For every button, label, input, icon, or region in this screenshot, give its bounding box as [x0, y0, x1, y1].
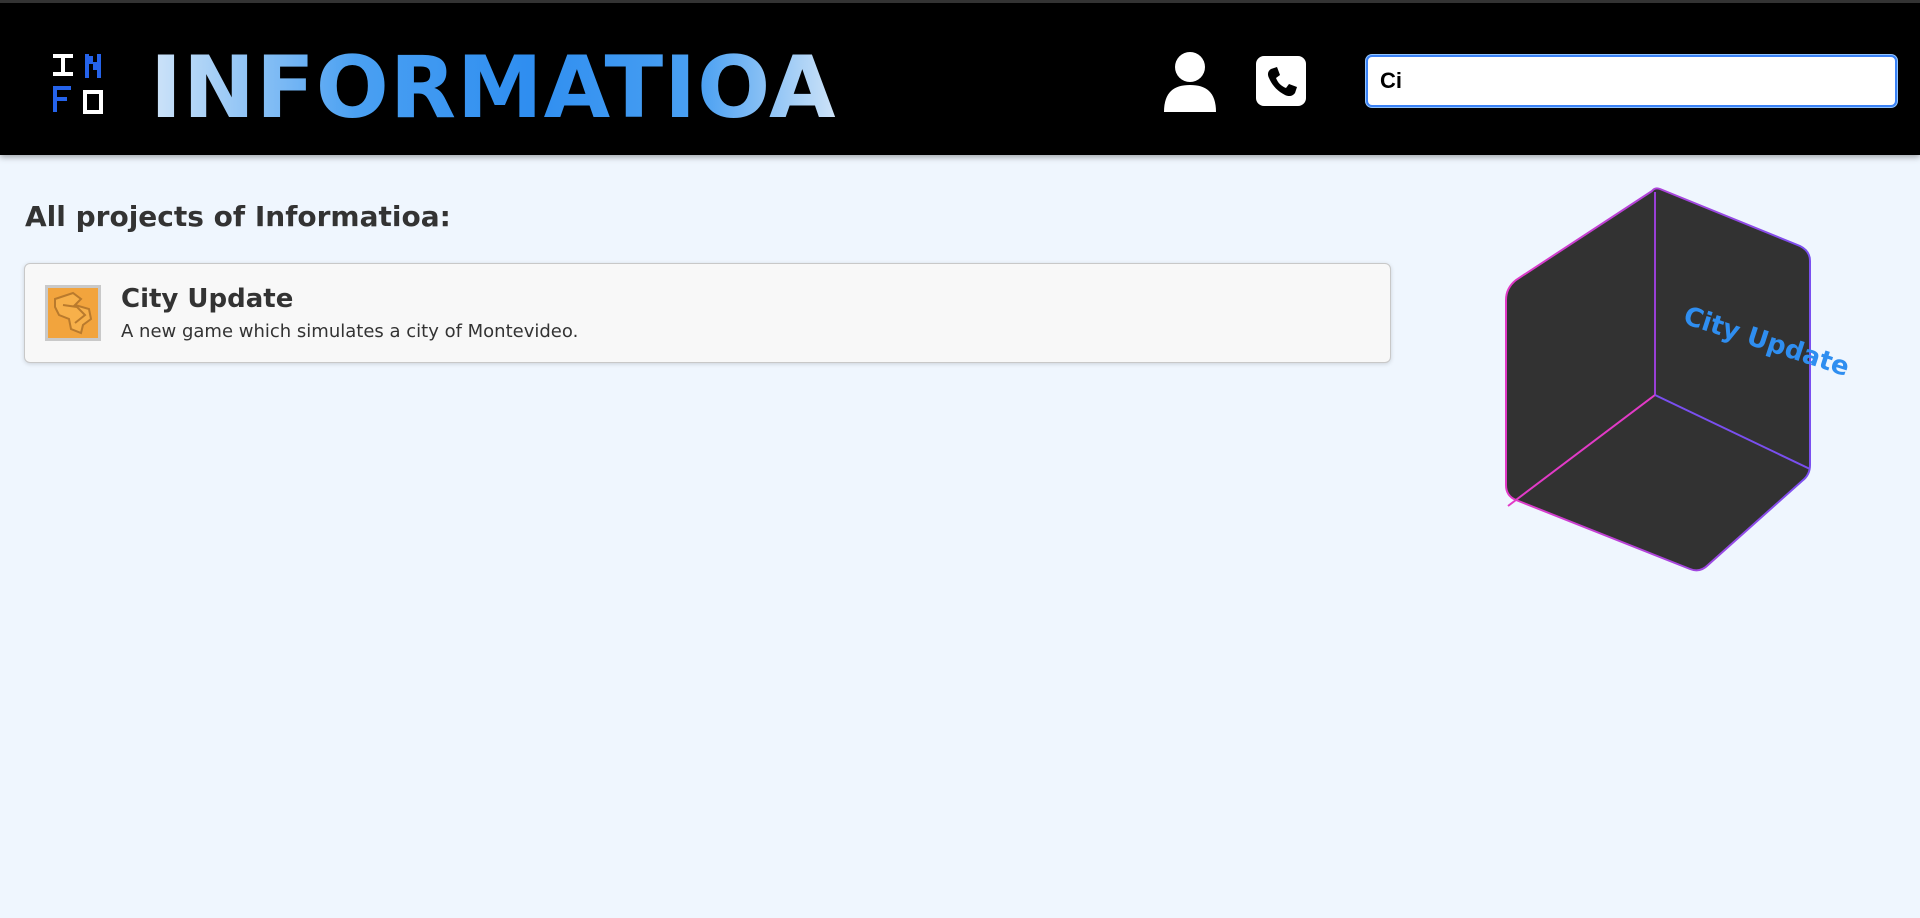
city-update-thumbnail	[45, 285, 101, 341]
info-logo-icon[interactable]	[49, 52, 109, 114]
project-cube-preview[interactable]: City Update	[1500, 185, 1860, 595]
phone-icon[interactable]	[1256, 56, 1306, 106]
search-input[interactable]	[1366, 55, 1897, 107]
user-icon[interactable]	[1161, 50, 1219, 112]
brand-title[interactable]: INFORMATIOA	[150, 33, 837, 143]
project-description: A new game which simulates a city of Mon…	[121, 321, 579, 342]
page-heading: All projects of Informatioa:	[25, 200, 451, 233]
site-header: INFORMATIOA	[0, 0, 1920, 155]
cube-body	[1505, 187, 1811, 572]
project-card-city-update[interactable]: City Update A new game which simulates a…	[24, 263, 1391, 363]
project-title[interactable]: City Update	[121, 284, 293, 314]
